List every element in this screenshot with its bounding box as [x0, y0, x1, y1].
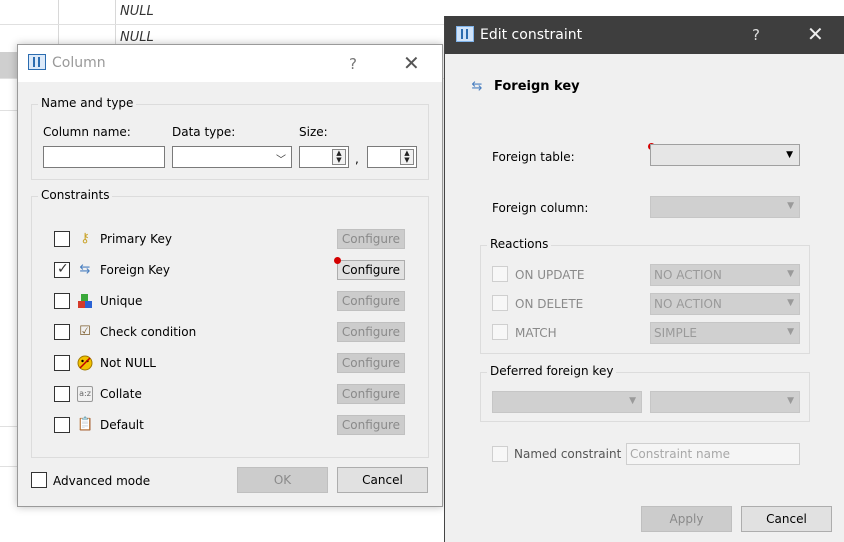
- close-icon[interactable]: ✕: [807, 22, 824, 46]
- named-constraint-checkbox[interactable]: [492, 446, 508, 462]
- on-update-checkbox[interactable]: [492, 266, 508, 282]
- foreign-table-label: Foreign table:: [492, 150, 575, 164]
- foreign-column-combo[interactable]: ▼: [650, 196, 800, 218]
- unique-icon: [77, 293, 93, 309]
- data-type-combo[interactable]: ﹀: [172, 146, 292, 168]
- grid-cell-null: NULL: [120, 4, 154, 19]
- not-null-icon: [77, 355, 93, 371]
- chevron-down-icon: ﹀: [276, 155, 286, 166]
- primary-key-configure-button[interactable]: Configure: [337, 229, 405, 249]
- unique-configure-button[interactable]: Configure: [337, 291, 405, 311]
- not-null-configure-button[interactable]: Configure: [337, 353, 405, 373]
- column-dialog-titlebar[interactable]: Column ? ✕: [18, 45, 442, 82]
- foreign-key-label: Foreign Key: [100, 263, 170, 277]
- chevron-down-icon: ▼: [629, 396, 636, 406]
- foreign-table-combo[interactable]: ▼: [650, 144, 800, 166]
- unique-label: Unique: [100, 294, 143, 308]
- match-combo[interactable]: SIMPLE ▼: [650, 322, 800, 344]
- edit-dialog-titlebar[interactable]: Edit constraint ? ✕: [445, 16, 844, 54]
- default-label: Default: [100, 418, 144, 432]
- check-condition-icon: ☑: [79, 324, 91, 339]
- check-condition-configure-button[interactable]: Configure: [337, 322, 405, 342]
- name-type-group-title: Name and type: [38, 96, 137, 110]
- deferred-combo-2[interactable]: ▼: [650, 391, 800, 413]
- check-condition-checkbox[interactable]: [54, 324, 70, 340]
- foreign-column-label: Foreign column:: [492, 201, 589, 215]
- size-spinbox[interactable]: ▲ ▼: [299, 146, 349, 168]
- help-icon[interactable]: ?: [349, 55, 357, 73]
- chevron-down-icon: ▼: [787, 298, 794, 308]
- check-condition-label: Check condition: [100, 325, 197, 339]
- size-separator: ,: [355, 152, 359, 166]
- chevron-down-icon: ▼: [787, 396, 794, 406]
- edit-constraint-dialog: Edit constraint ? ✕ ⇆ Foreign key Foreig…: [444, 16, 844, 542]
- help-icon[interactable]: ?: [752, 26, 760, 44]
- collate-icon: a:z: [77, 386, 93, 402]
- collate-checkbox[interactable]: [54, 386, 70, 402]
- not-null-label: Not NULL: [100, 356, 156, 370]
- data-type-label: Data type:: [172, 125, 236, 139]
- deferred-combo-1[interactable]: ▼: [492, 391, 642, 413]
- error-badge-icon: [334, 257, 341, 264]
- collate-label: Collate: [100, 387, 142, 401]
- precision-spinbox[interactable]: ▲ ▼: [367, 146, 417, 168]
- ok-button[interactable]: OK: [237, 467, 328, 493]
- chevron-down-icon: ▼: [787, 327, 794, 337]
- on-update-combo[interactable]: NO ACTION ▼: [650, 264, 800, 286]
- foreign-key-configure-button[interactable]: Configure: [337, 260, 405, 280]
- name-type-group: [31, 104, 429, 180]
- on-delete-label: ON DELETE: [515, 297, 584, 311]
- edit-dialog-title: Edit constraint: [480, 27, 583, 43]
- foreign-key-icon: ⇆: [79, 262, 91, 277]
- named-constraint-label: Named constraint: [514, 447, 622, 461]
- column-dialog-title: Column: [52, 55, 106, 71]
- grid-row-divider: [0, 24, 444, 25]
- column-dialog: Column ? ✕ Name and type Column name: Da…: [17, 44, 443, 507]
- key-icon: ⚷: [80, 231, 90, 246]
- apply-button[interactable]: Apply: [641, 506, 732, 532]
- edit-cancel-button[interactable]: Cancel: [741, 506, 832, 532]
- on-delete-combo[interactable]: NO ACTION ▼: [650, 293, 800, 315]
- deferred-group-title: Deferred foreign key: [487, 364, 617, 378]
- on-delete-value: NO ACTION: [654, 297, 722, 311]
- primary-key-label: Primary Key: [100, 232, 172, 246]
- size-label: Size:: [299, 125, 328, 139]
- not-null-checkbox[interactable]: [54, 355, 70, 371]
- chevron-down-icon: ▼: [787, 201, 794, 211]
- foreign-key-checkbox[interactable]: [54, 261, 70, 278]
- match-checkbox[interactable]: [492, 324, 508, 340]
- edit-window-icon: [456, 26, 474, 42]
- unique-checkbox[interactable]: [54, 293, 70, 309]
- on-update-label: ON UPDATE: [515, 268, 585, 282]
- reactions-group-title: Reactions: [487, 237, 552, 251]
- chevron-down-icon: ▼: [786, 150, 793, 160]
- column-name-input[interactable]: [43, 146, 165, 168]
- grid-cell-null: NULL: [120, 30, 154, 45]
- default-checkbox[interactable]: [54, 417, 70, 433]
- constraint-name-input[interactable]: Constraint name: [626, 443, 800, 465]
- foreign-key-icon: ⇆: [471, 79, 483, 94]
- primary-key-checkbox[interactable]: [54, 231, 70, 247]
- column-window-icon: [28, 54, 46, 70]
- default-icon: 📋: [77, 417, 94, 432]
- on-update-value: NO ACTION: [654, 268, 722, 282]
- match-label: MATCH: [515, 326, 557, 340]
- on-delete-checkbox[interactable]: [492, 295, 508, 311]
- advanced-mode-label: Advanced mode: [53, 474, 151, 488]
- spin-arrows-icon[interactable]: ▲ ▼: [400, 149, 414, 165]
- cancel-button[interactable]: Cancel: [337, 467, 428, 493]
- chevron-down-icon: ▼: [787, 269, 794, 279]
- spin-arrows-icon[interactable]: ▲ ▼: [332, 149, 346, 165]
- advanced-mode-checkbox[interactable]: [31, 472, 47, 488]
- foreign-key-heading: Foreign key: [494, 79, 580, 94]
- default-configure-button[interactable]: Configure: [337, 415, 405, 435]
- column-name-label: Column name:: [43, 125, 131, 139]
- match-value: SIMPLE: [654, 326, 698, 340]
- collate-configure-button[interactable]: Configure: [337, 384, 405, 404]
- constraints-group-title: Constraints: [38, 188, 113, 202]
- close-icon[interactable]: ✕: [403, 51, 420, 75]
